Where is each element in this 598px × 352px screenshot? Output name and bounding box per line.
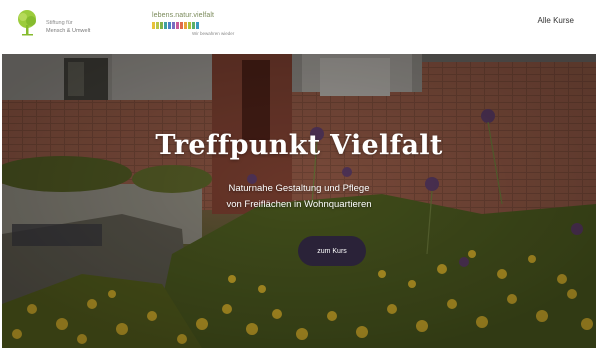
- logo2-color-swatch: [192, 22, 195, 29]
- logo2-color-swatch: [172, 22, 175, 29]
- all-courses-link[interactable]: Alle Kurse: [538, 16, 574, 25]
- campaign-logo[interactable]: lebens.natur.vielfalt Wir bewahren wiede…: [152, 12, 248, 38]
- logo1-line2: Mensch & Umwelt: [46, 28, 91, 34]
- logo2-line2: Wir bewahren wieder: [192, 31, 235, 36]
- site-header: Stiftung für Mensch & Umwelt lebens.natu…: [0, 0, 598, 52]
- hero-subtitle-line2: von Freiflächen in Wohnquartieren: [226, 199, 372, 210]
- hero-banner: Treffpunkt Vielfalt Naturnahe Gestaltung…: [2, 54, 596, 348]
- logo2-color-swatch: [164, 22, 167, 29]
- logo2-color-swatch: [160, 22, 163, 29]
- logo2-line1: lebens.natur.vielfalt: [152, 12, 215, 19]
- logo2-color-swatch: [196, 22, 199, 29]
- logo2-color-swatch: [176, 22, 179, 29]
- logo2-color-swatch: [152, 22, 155, 29]
- logo2-color-swatch: [184, 22, 187, 29]
- logo2-color-swatch: [168, 22, 171, 29]
- tree-logo-icon: [18, 10, 36, 36]
- logo2-color-swatch: [188, 22, 191, 29]
- logo1-line1: Stiftung für: [46, 20, 73, 26]
- foundation-logo[interactable]: Stiftung für Mensch & Umwelt: [14, 8, 104, 40]
- logo2-color-swatch: [180, 22, 183, 29]
- logo2-color-swatch: [156, 22, 159, 29]
- logo2-color-bar: [152, 22, 199, 29]
- hero-subtitle-line1: Naturnahe Gestaltung und Pflege: [228, 183, 370, 194]
- to-course-button[interactable]: zum Kurs: [298, 236, 366, 266]
- hero-title: Treffpunkt Vielfalt: [155, 130, 443, 161]
